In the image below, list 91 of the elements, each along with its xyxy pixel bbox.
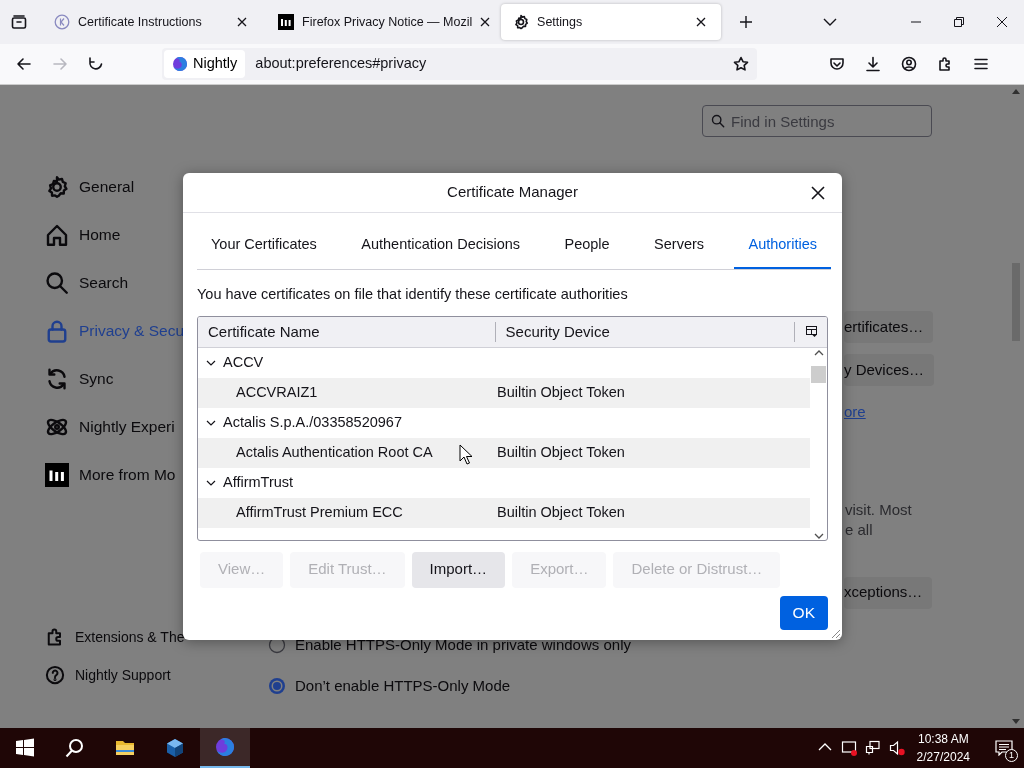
notification-count: 1 <box>1005 749 1018 762</box>
search-icon <box>65 738 85 758</box>
browser-tab[interactable]: Settings <box>501 4 722 40</box>
tree-cell[interactable]: AffirmTrust Premium ECC <box>236 501 497 524</box>
description-text: e all <box>845 519 873 540</box>
tree-row[interactable]: AffirmTrust <box>198 467 810 498</box>
tree-row[interactable]: ACCV <box>198 347 810 378</box>
dialog-tab[interactable]: Your Certificates <box>197 234 331 269</box>
search-icon <box>711 114 725 128</box>
sidebar-link[interactable]: Nightly Support <box>45 656 268 694</box>
sync-icon <box>45 367 69 391</box>
clock-time[interactable]: 10:38 AM <box>916 730 970 748</box>
list-tabs-icon <box>11 14 28 30</box>
browser-logo-icon <box>172 56 188 72</box>
close-icon <box>811 186 825 200</box>
tree-row[interactable]: Actalis S.p.A./03358520967 <box>198 407 810 438</box>
dialog-tab[interactable]: Authentication Decisions <box>347 234 535 269</box>
tree-cell-text: AffirmTrust <box>223 472 294 492</box>
search-icon <box>45 271 69 295</box>
circle-icon <box>54 14 71 30</box>
gear-icon <box>45 175 69 199</box>
sidebar-item[interactable]: General <box>45 163 268 211</box>
speaker-muted-icon <box>888 740 905 756</box>
star-icon <box>733 56 749 72</box>
identity-button[interactable]: Nightly <box>164 50 246 78</box>
close-icon <box>997 17 1008 27</box>
notifications-button[interactable]: 1 <box>984 728 1024 768</box>
folder-icon <box>115 738 135 758</box>
puzzle-icon <box>937 56 953 72</box>
tree-cell[interactable]: Builtin Object Token <box>497 501 625 524</box>
ok-button[interactable]: OK <box>779 596 828 630</box>
tree-cell-text: ACCV <box>223 352 264 372</box>
tree-cell[interactable]: Builtin Object Token <box>497 441 625 464</box>
column-picker-icon <box>805 326 817 337</box>
back-arrow-icon <box>16 56 32 72</box>
notification-icon <box>995 740 1013 756</box>
download-icon <box>865 56 881 72</box>
exceptions-button[interactable]: xceptions… <box>844 576 933 609</box>
tree-cell[interactable]: Builtin Object Token <box>497 381 625 404</box>
cube-icon <box>165 738 185 758</box>
dialog-tab[interactable]: People <box>550 234 624 269</box>
dialog-tab[interactable]: Servers <box>640 234 719 269</box>
close-icon <box>696 17 707 27</box>
account-icon <box>901 56 917 72</box>
restore-icon <box>954 17 965 27</box>
clock-date[interactable]: 2/27/2024 <box>916 748 970 766</box>
column-header[interactable]: Certificate Name <box>198 321 496 342</box>
forward-arrow-icon <box>52 56 68 72</box>
gear-icon <box>513 14 530 30</box>
resize-grip-icon[interactable] <box>829 627 841 639</box>
scroll-down-icon[interactable] <box>813 532 824 539</box>
windows-logo-icon <box>15 738 35 758</box>
dialog-button[interactable]: Import… <box>411 551 506 588</box>
radio-selected-icon <box>268 676 286 695</box>
tree-cell[interactable]: ACCVRAIZ1 <box>236 381 497 404</box>
tree-cell-text: Actalis S.p.A./03358520967 <box>223 412 402 432</box>
reload-icon <box>88 56 104 72</box>
radio-option[interactable]: Don’t enable HTTPS-Only Mode <box>268 674 631 697</box>
scroll-down-icon[interactable] <box>1012 719 1020 724</box>
mozilla-logo-icon <box>45 463 69 487</box>
lock-icon <box>45 319 69 343</box>
mozilla-logo-icon <box>278 14 295 30</box>
plus-icon <box>739 15 754 29</box>
monitor-icon <box>840 740 857 756</box>
scroll-up-icon[interactable] <box>1012 89 1020 94</box>
sidebar-link[interactable]: Extensions & The <box>45 618 268 656</box>
help-icon <box>45 665 65 685</box>
description-text: You have certificates on file that identify these certificate authorities <box>197 284 629 304</box>
browser-logo-icon <box>215 737 235 757</box>
search-field[interactable]: Find in Settings <box>702 105 932 137</box>
menu-icon <box>973 56 989 72</box>
scroll-up-icon[interactable] <box>813 349 824 356</box>
tree-cell[interactable]: Actalis Authentication Root CA <box>236 441 497 464</box>
chevron-down-icon <box>823 18 838 26</box>
description-text: visit. Most <box>845 499 912 520</box>
mouse-cursor-icon <box>459 444 472 465</box>
settings-button[interactable]: y Devices… <box>844 354 935 386</box>
url-text[interactable]: about:preferences#privacy <box>255 53 725 75</box>
browser-tab[interactable]: Firefox Privacy Notice — Mozil <box>266 4 498 40</box>
pocket-icon <box>829 56 845 72</box>
home-icon <box>45 223 69 247</box>
dialog-title: Certificate Manager <box>447 182 578 203</box>
dialog-tab[interactable]: Authorities <box>734 234 831 269</box>
browser-button[interactable] <box>200 728 250 768</box>
close-icon <box>237 17 248 27</box>
network-icon <box>864 740 881 756</box>
settings-button[interactable]: ertificates… <box>844 311 934 343</box>
column-header[interactable]: Security Device <box>495 321 796 342</box>
browser-tab[interactable]: Certificate Instructions <box>42 4 263 40</box>
close-icon <box>480 17 491 27</box>
scrollbar-thumb[interactable] <box>811 365 826 383</box>
